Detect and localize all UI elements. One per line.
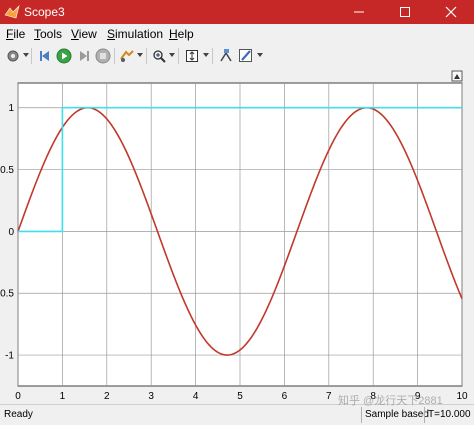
toolbar-separator xyxy=(31,48,32,64)
stop-button[interactable] xyxy=(94,47,112,65)
toolbar-separator xyxy=(114,48,115,64)
menu-help-label: elp xyxy=(177,27,194,41)
y-tick-label: 1 xyxy=(8,103,14,114)
settings-dropdown-arrow[interactable] xyxy=(23,53,29,57)
sine-data-point xyxy=(217,351,219,353)
menu-simulation-label: imulation xyxy=(115,27,164,41)
matlab-app-icon xyxy=(4,5,20,19)
step-forward-button[interactable] xyxy=(75,47,93,65)
highlight-dropdown-arrow[interactable] xyxy=(137,53,143,57)
maximize-button[interactable] xyxy=(382,0,428,24)
run-button[interactable] xyxy=(55,47,73,65)
autoscale-button[interactable] xyxy=(183,47,201,65)
menu-help[interactable]: Help xyxy=(169,27,194,41)
sine-data-point xyxy=(172,274,174,276)
x-tick-label: 5 xyxy=(237,391,243,402)
x-tick-label: 10 xyxy=(456,391,468,402)
menu-simulation[interactable]: Simulation xyxy=(107,27,163,41)
step-data-point xyxy=(17,230,19,232)
window-title: Scope3 xyxy=(24,5,65,19)
menu-view-accel: V xyxy=(71,27,79,41)
sine-data-point xyxy=(195,324,197,326)
status-mode: Sample based xyxy=(365,409,429,420)
menu-simulation-accel: S xyxy=(107,27,116,41)
autoscale-icon xyxy=(186,50,198,62)
x-tick-label: 3 xyxy=(148,391,154,402)
sine-data-point xyxy=(306,204,308,206)
sine-data-point xyxy=(39,171,41,173)
sine-data-point xyxy=(150,213,152,215)
zoom-icon xyxy=(153,50,166,63)
x-tick-label: 0 xyxy=(15,391,21,402)
watermark: 知乎 @龙行天下2881 xyxy=(338,395,443,407)
sine-data-point xyxy=(350,114,352,116)
zoom-button[interactable] xyxy=(150,47,168,65)
style-icon xyxy=(239,49,252,62)
menu-view[interactable]: View xyxy=(71,27,97,41)
gear-icon xyxy=(7,50,19,62)
menu-file-label: ile xyxy=(13,27,26,41)
y-tick-label: 0.5 xyxy=(0,165,14,176)
status-ready: Ready xyxy=(4,409,33,420)
step-back-icon xyxy=(40,51,49,61)
sine-data-point xyxy=(394,132,396,134)
sine-data-point xyxy=(439,240,441,242)
menu-bar: File Tools View Simulation Help xyxy=(0,24,474,44)
step-forward-icon xyxy=(80,51,89,61)
sine-data-point xyxy=(417,179,419,181)
cursor-measure-icon xyxy=(220,49,232,62)
toolbar-separator xyxy=(146,48,147,64)
cursor-measure-button[interactable] xyxy=(217,47,235,65)
x-tick-label: 2 xyxy=(104,391,110,402)
step-data-point xyxy=(61,107,63,109)
y-tick-label: -0.5 xyxy=(0,289,14,300)
sine-data-point xyxy=(261,318,263,320)
toolbar-separator xyxy=(178,48,179,64)
status-separator xyxy=(361,407,362,423)
highlight-icon xyxy=(120,50,134,62)
menu-help-accel: H xyxy=(169,27,178,41)
close-icon xyxy=(445,6,457,18)
highlight-button[interactable] xyxy=(118,47,136,65)
run-icon xyxy=(56,48,72,64)
x-tick-label: 4 xyxy=(193,391,199,402)
step-data-point xyxy=(61,230,63,232)
menu-tools[interactable]: Tools xyxy=(34,27,62,41)
style-dropdown-arrow[interactable] xyxy=(257,53,263,57)
menu-view-label: iew xyxy=(78,27,97,41)
y-tick-label: 0 xyxy=(8,227,14,238)
sine-data-point xyxy=(128,156,130,158)
status-separator xyxy=(424,407,425,423)
close-button[interactable] xyxy=(428,0,474,24)
stop-icon xyxy=(95,48,111,64)
step-data-point xyxy=(461,107,463,109)
scope-chart[interactable]: 01234567891010.50-0.5-1 xyxy=(0,68,474,402)
toolbar xyxy=(0,44,474,69)
zoom-dropdown-arrow[interactable] xyxy=(169,53,175,57)
style-button[interactable] xyxy=(237,47,255,65)
toolbar-separator xyxy=(212,48,213,64)
sine-data-point xyxy=(226,354,228,356)
sine-data-point xyxy=(461,298,463,300)
sine-data-point xyxy=(106,118,108,120)
settings-button[interactable] xyxy=(4,47,22,65)
sine-data-point xyxy=(283,265,285,267)
autoscale-dropdown-arrow[interactable] xyxy=(203,53,209,57)
minimize-icon xyxy=(354,11,364,13)
status-time: T=10.000 xyxy=(428,409,471,420)
menu-file[interactable]: File xyxy=(6,27,25,41)
minimize-button[interactable] xyxy=(336,0,382,24)
x-tick-label: 1 xyxy=(60,391,66,402)
y-tick-label: -1 xyxy=(5,351,14,362)
title-bar: Scope3 xyxy=(0,0,474,24)
menu-tools-label: ools xyxy=(40,27,63,41)
maximize-icon xyxy=(400,7,410,17)
sine-data-point xyxy=(328,149,330,151)
sine-data-point xyxy=(239,349,241,351)
step-back-button[interactable] xyxy=(36,47,54,65)
x-tick-label: 6 xyxy=(282,391,288,402)
scope-plot-area: 01234567891010.50-0.5-1 xyxy=(0,68,474,402)
x-tick-label: 7 xyxy=(326,391,332,402)
